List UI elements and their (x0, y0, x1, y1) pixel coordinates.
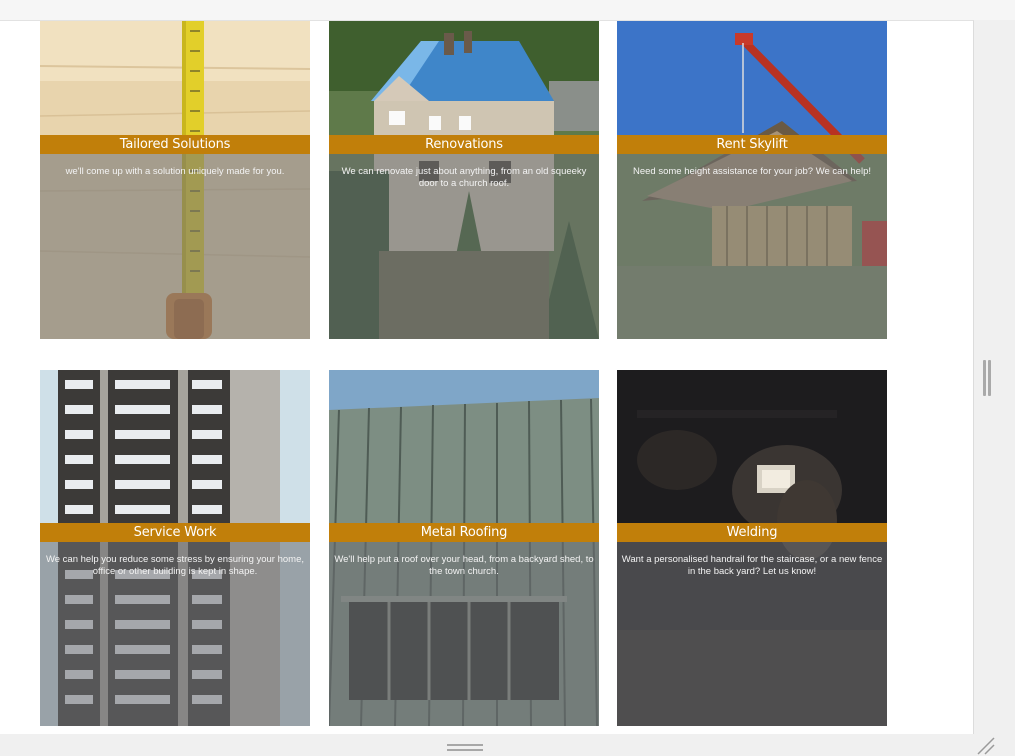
service-card-renovations[interactable]: Renovations We can renovate just about a… (329, 21, 599, 339)
right-gutter (974, 20, 1015, 734)
bottom-bar (0, 734, 1015, 756)
card-description: Need some height assistance for your job… (633, 166, 871, 177)
card-description: We can help you reduce some stress by en… (45, 554, 305, 577)
horizontal-resize-handle-icon[interactable] (447, 744, 483, 752)
service-card-tailored-solutions[interactable]: Tailored Solutions we'll come up with a … (40, 21, 310, 339)
card-title: Tailored Solutions (40, 135, 310, 154)
service-grid: Tailored Solutions we'll come up with a … (0, 20, 974, 735)
card-description: we'll come up with a solution uniquely m… (65, 166, 285, 177)
card-title: Renovations (329, 135, 599, 154)
card-overlay (617, 154, 887, 339)
vertical-resize-handle-icon[interactable] (982, 360, 992, 396)
service-card-welding[interactable]: Welding Want a personalised handrail for… (617, 370, 887, 726)
card-overlay (40, 154, 310, 339)
card-description: We can renovate just about anything, fro… (341, 166, 587, 189)
card-description: Want a personalised handrail for the sta… (621, 554, 883, 577)
card-title: Rent Skylift (617, 135, 887, 154)
card-title: Service Work (40, 523, 310, 542)
card-description: We'll help put a roof over your head, fr… (334, 554, 594, 577)
service-card-service-work[interactable]: Service Work We can help you reduce some… (40, 370, 310, 726)
card-title: Welding (617, 523, 887, 542)
top-strip (0, 0, 1015, 20)
service-card-metal-roofing[interactable]: Metal Roofing We'll help put a roof over… (329, 370, 599, 726)
service-card-rent-skylift[interactable]: Rent Skylift Need some height assistance… (617, 21, 887, 339)
corner-resize-grip-icon[interactable] (976, 736, 996, 756)
card-title: Metal Roofing (329, 523, 599, 542)
